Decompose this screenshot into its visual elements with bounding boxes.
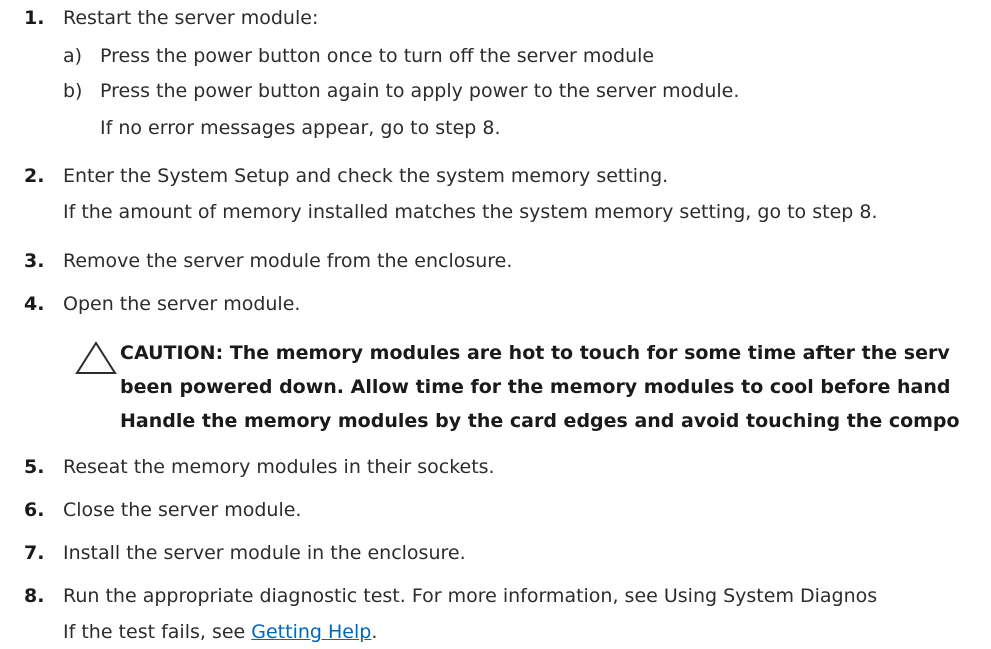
step-2-note: If the amount of memory installed matche…	[63, 201, 878, 223]
step-5-text: Reseat the memory modules in their socke…	[63, 456, 495, 478]
step-1-substep-a-text: Press the power button once to turn off …	[100, 45, 655, 67]
step-2-number: 2.	[24, 165, 45, 187]
step-6-text: Close the server module.	[63, 499, 302, 521]
caution-line-3: Handle the memory modules by the card ed…	[120, 410, 960, 432]
step-4-number: 4.	[24, 293, 45, 315]
step-7-text: Install the server module in the enclosu…	[63, 542, 466, 564]
step-1-text: Restart the server module:	[63, 7, 319, 29]
step-4-text: Open the server module.	[63, 293, 301, 315]
warning-triangle-icon	[75, 341, 117, 374]
step-8-text: Run the appropriate diagnostic test. For…	[63, 585, 878, 607]
step-8-note-prefix: If the test fails, see	[63, 621, 252, 643]
getting-help-link[interactable]: Getting Help	[251, 621, 371, 643]
step-6-number: 6.	[24, 499, 45, 521]
step-8-number: 8.	[24, 585, 45, 607]
step-8-note-suffix: .	[371, 621, 378, 643]
step-3-number: 3.	[24, 250, 45, 272]
step-1-number: 1.	[24, 7, 45, 29]
step-2-text: Enter the System Setup and check the sys…	[63, 165, 669, 187]
step-7-number: 7.	[24, 542, 45, 564]
step-1-substep-b-letter: b)	[63, 80, 83, 102]
caution-line-1: CAUTION: The memory modules are hot to t…	[120, 342, 950, 364]
step-3-text: Remove the server module from the enclos…	[63, 250, 513, 272]
caution-line-2: been powered down. Allow time for the me…	[120, 376, 951, 398]
step-1-note: If no error messages appear, go to step …	[100, 117, 501, 139]
step-1-substep-a-letter: a)	[63, 45, 83, 67]
step-8-note: If the test fails, see Getting Help.	[63, 620, 377, 644]
step-1-substep-b-text: Press the power button again to apply po…	[100, 80, 740, 102]
step-5-number: 5.	[24, 456, 45, 478]
